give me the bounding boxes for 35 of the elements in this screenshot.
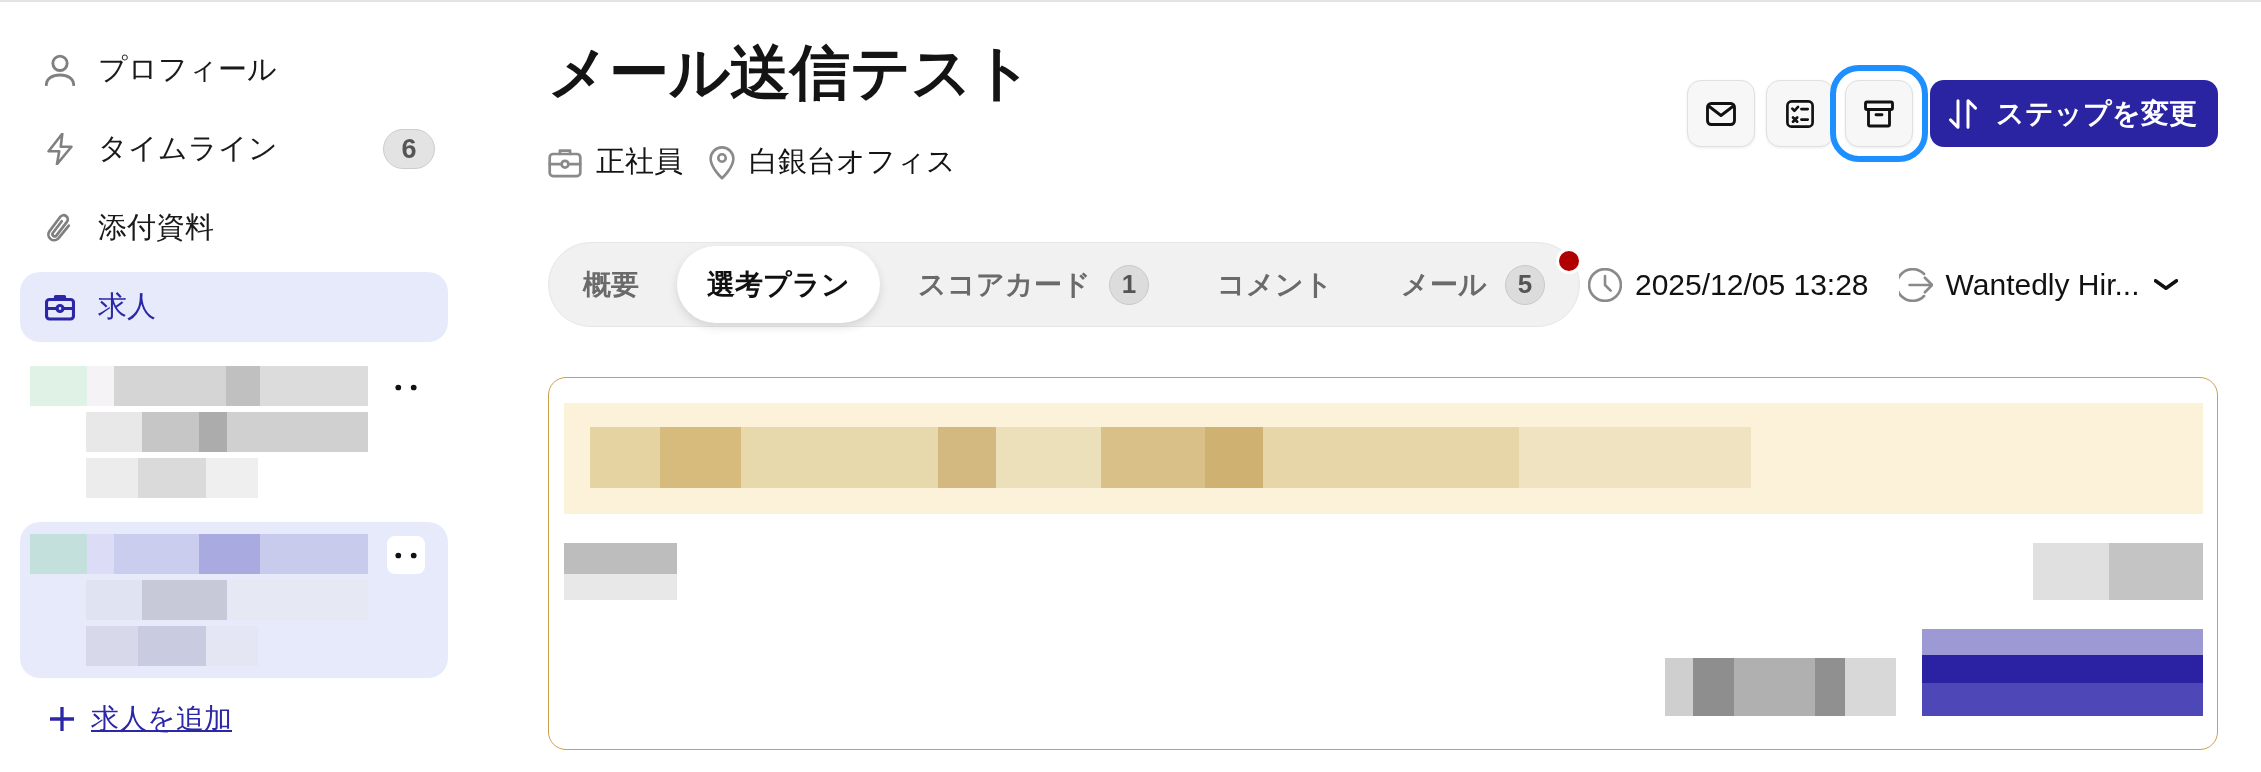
count-badge: 1 xyxy=(1109,264,1149,305)
plus-icon xyxy=(50,707,74,731)
change-step-button[interactable]: ステップを変更 xyxy=(1930,80,2218,147)
checklist-icon xyxy=(1785,99,1815,128)
tab[interactable]: コメント xyxy=(1187,246,1363,323)
envelope-icon xyxy=(1706,99,1736,128)
lightning-icon xyxy=(45,133,75,165)
location-pin-icon xyxy=(709,144,735,180)
count-badge: 6 xyxy=(383,129,435,169)
more-dots-icon xyxy=(395,551,417,559)
expand-button[interactable] xyxy=(2153,279,2178,290)
employment-type: 正社員 xyxy=(596,144,683,179)
tab[interactable]: スコアカード 1 xyxy=(888,246,1179,323)
pixelated-button[interactable] xyxy=(1922,629,2203,716)
count-badge: 5 xyxy=(1505,264,1545,305)
swap-arrows-icon xyxy=(1948,98,1978,129)
briefcase-icon xyxy=(548,146,582,178)
person-icon xyxy=(45,54,75,86)
tab[interactable]: 概要 xyxy=(553,246,669,323)
sidebar-item[interactable]: 求人 xyxy=(20,272,448,342)
source-text: Wantedly Hir... xyxy=(1945,267,2140,302)
clock-icon xyxy=(1588,267,1622,302)
sidebar-item[interactable]: プロフィール xyxy=(20,35,448,105)
sidebar-item[interactable]: タイムライン 6 xyxy=(20,114,448,184)
more-dots-icon xyxy=(395,383,417,391)
more-button[interactable] xyxy=(387,536,425,574)
archive-box-icon xyxy=(1864,99,1894,128)
page-title: メール送信テスト xyxy=(548,38,1033,108)
office-location: 白銀台オフィス xyxy=(749,144,956,179)
chevron-down-icon xyxy=(2153,279,2178,290)
sidebar-item[interactable]: 添付資料 xyxy=(20,193,448,263)
add-job-link[interactable]: 求人を追加 xyxy=(50,700,232,738)
datetime-text: 2025/12/05 13:28 xyxy=(1635,267,1869,302)
tab[interactable]: 選考プラン xyxy=(677,246,880,323)
mail-button[interactable] xyxy=(1687,80,1755,147)
